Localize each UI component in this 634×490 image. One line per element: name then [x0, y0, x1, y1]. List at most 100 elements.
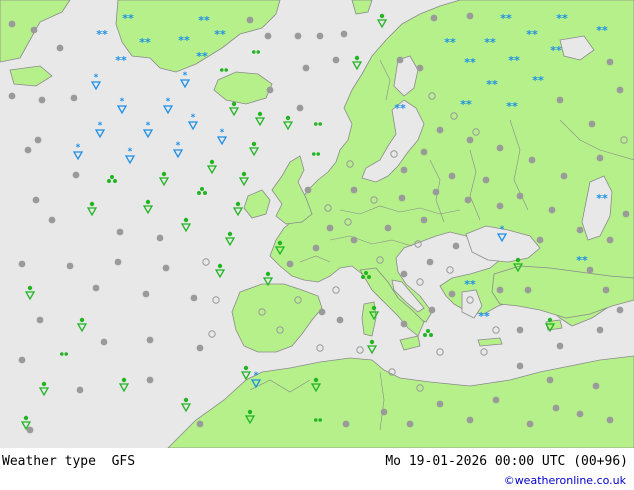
cloudy-icon: [24, 146, 32, 154]
svg-text:**: **: [178, 34, 190, 47]
snow-icon: **: [96, 28, 108, 41]
cloudy-icon: [100, 338, 108, 346]
cloudy-icon: [556, 342, 564, 350]
cloudy-icon: [34, 136, 42, 144]
snow-icon: **: [500, 12, 512, 25]
cloudy-icon: [326, 224, 334, 232]
footer-bar: Weather type GFS Mo 19-01-2026 00:00 UTC…: [0, 448, 634, 490]
cloudy-icon: [332, 56, 340, 64]
svg-text:**: **: [550, 44, 562, 57]
svg-text:**: **: [478, 310, 490, 323]
credit-link[interactable]: ©weatheronline.co.uk: [504, 474, 626, 487]
cloudy-icon: [304, 186, 312, 194]
svg-text:**: **: [532, 74, 544, 87]
cloudy-icon: [516, 326, 524, 334]
cloudy-icon: [528, 156, 536, 164]
cloudy-icon: [38, 96, 46, 104]
snow-icon: **: [576, 254, 588, 267]
cloudy-icon: [452, 242, 460, 250]
cloudy-icon: [606, 58, 614, 66]
cloudy-icon: [496, 286, 504, 294]
cloudy-icon: [114, 258, 122, 266]
cloudy-icon: [162, 264, 170, 272]
cloudy-icon: [536, 236, 544, 244]
cloudy-icon: [66, 262, 74, 270]
cloudy-icon: [466, 12, 474, 20]
cloudy-icon: [264, 32, 272, 40]
cloudy-icon: [432, 188, 440, 196]
cloudy-icon: [496, 144, 504, 152]
cloudy-icon: [312, 244, 320, 252]
cloudy-icon: [146, 376, 154, 384]
snow-icon: **: [444, 36, 456, 49]
svg-text:**: **: [214, 28, 226, 41]
cloudy-icon: [516, 192, 524, 200]
cloudy-icon: [190, 294, 198, 302]
snow-icon: **: [464, 278, 476, 291]
cloudy-icon: [398, 194, 406, 202]
cloudy-icon: [56, 44, 64, 52]
cloudy-icon: [316, 32, 324, 40]
cloudy-icon: [430, 14, 438, 22]
cloudy-icon: [116, 228, 124, 236]
svg-text:**: **: [500, 12, 512, 25]
cloudy-icon: [496, 202, 504, 210]
svg-text:**: **: [394, 102, 406, 115]
svg-text:**: **: [139, 36, 151, 49]
cloudy-icon: [8, 20, 16, 28]
cloudy-icon: [8, 92, 16, 100]
product-label: Weather type GFS: [2, 454, 135, 469]
cloudy-icon: [336, 316, 344, 324]
product-type: Weather type: [2, 454, 96, 469]
snow-icon: **: [196, 50, 208, 63]
cloudy-icon: [588, 120, 596, 128]
cloudy-icon: [350, 236, 358, 244]
cloudy-icon: [560, 172, 568, 180]
svg-text:**: **: [486, 78, 498, 91]
cloudy-icon: [76, 386, 84, 394]
cloudy-icon: [196, 420, 204, 428]
snow-icon: **: [526, 28, 538, 41]
svg-text:**: **: [484, 36, 496, 49]
svg-text:**: **: [122, 12, 134, 25]
snow-icon: **: [214, 28, 226, 41]
snow-icon: **: [596, 192, 608, 205]
snow-icon: **: [178, 34, 190, 47]
cloudy-icon: [18, 356, 26, 364]
cloudy-icon: [622, 210, 630, 218]
cloudy-icon: [466, 416, 474, 424]
cloudy-icon: [602, 286, 610, 294]
cloudy-icon: [516, 362, 524, 370]
snow-icon: **: [464, 56, 476, 69]
cloudy-icon: [616, 86, 624, 94]
cloudy-icon: [482, 176, 490, 184]
snow-icon: **: [478, 310, 490, 323]
cloudy-icon: [606, 236, 614, 244]
svg-text:**: **: [508, 54, 520, 67]
snow-icon: **: [198, 14, 210, 27]
svg-text:**: **: [196, 50, 208, 63]
cloudy-icon: [286, 260, 294, 268]
cloudy-icon: [156, 234, 164, 242]
cloudy-icon: [596, 154, 604, 162]
cloudy-icon: [400, 320, 408, 328]
svg-text:**: **: [556, 12, 568, 25]
cloudy-icon: [548, 206, 556, 214]
cloudy-icon: [448, 172, 456, 180]
cloudy-icon: [576, 226, 584, 234]
cloudy-icon: [616, 306, 624, 314]
svg-text:**: **: [576, 254, 588, 267]
svg-text:**: **: [115, 54, 127, 67]
cloudy-icon: [492, 396, 500, 404]
cloudy-icon: [342, 420, 350, 428]
cloudy-icon: [526, 420, 534, 428]
cloudy-icon: [400, 166, 408, 174]
svg-text:**: **: [464, 278, 476, 291]
cloudy-icon: [36, 316, 44, 324]
cloudy-icon: [72, 171, 80, 179]
cloudy-icon: [396, 56, 404, 64]
snow-icon: **: [115, 54, 127, 67]
snow-icon: **: [460, 98, 472, 111]
cloudy-icon: [294, 32, 302, 40]
cloudy-icon: [556, 96, 564, 104]
